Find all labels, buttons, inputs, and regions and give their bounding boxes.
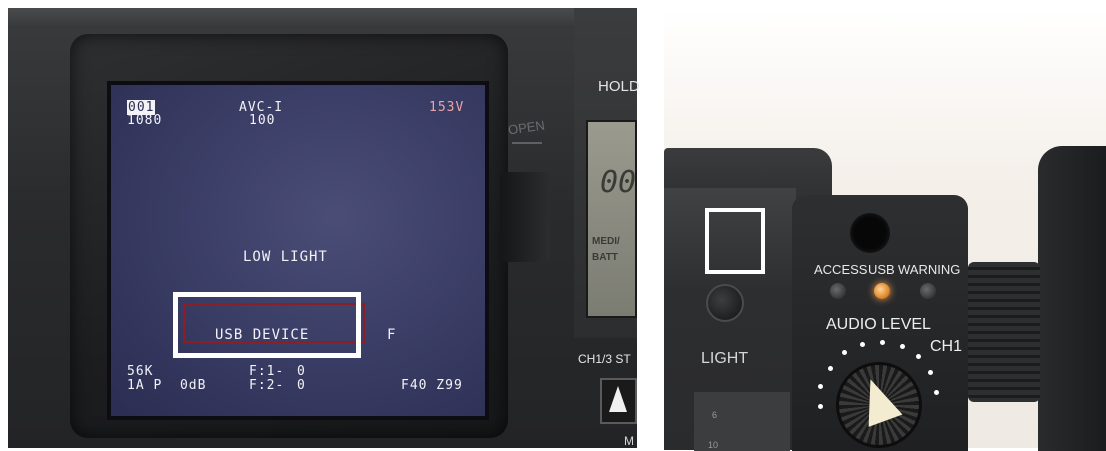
side-knob: [968, 262, 1040, 402]
dial-scale-dot: [900, 344, 905, 349]
lcd-low-light-warning: LOW LIGHT: [243, 249, 328, 265]
ch-switch-arrow-icon: [609, 386, 627, 412]
audio-level-label: AUDIO LEVEL: [826, 316, 931, 333]
camcorder-handle-body: [1038, 146, 1106, 451]
m-label: M: [624, 434, 634, 448]
dial-scale-dot: [916, 354, 921, 359]
warning-label: WARNING: [898, 262, 961, 277]
lcd-bottom-left-1: 56K: [127, 364, 154, 379]
status-lcd: [586, 120, 637, 318]
dial-scale-dot: [818, 404, 823, 409]
usb-led-icon: [874, 283, 890, 299]
lcd-f1-label: F:1-: [249, 364, 285, 379]
meter-mark-6: 6: [712, 410, 718, 420]
hold-label: HOLD: [598, 78, 640, 95]
camcorder-top-edge: [8, 8, 637, 28]
lcd-bitrate: 100: [249, 113, 276, 128]
warning-led-icon: [920, 283, 936, 299]
dial-scale-dot: [934, 390, 939, 395]
usb-device-highlight-box: [173, 292, 361, 358]
media-label: MEDI/: [592, 236, 620, 247]
lcd-f2-label: F:2-: [249, 378, 285, 393]
access-label: ACCESS: [814, 262, 868, 277]
usb-label: USB: [868, 262, 895, 277]
light-label: LIGHT: [701, 350, 749, 367]
dial-scale-dot: [828, 366, 833, 371]
lcd-screen: 001 1080 AVC-I 100 153V LOW LIGHT USB DE…: [107, 81, 489, 420]
dial-scale-dot: [880, 340, 885, 345]
dial-scale-dot: [860, 342, 865, 347]
light-button[interactable]: [706, 284, 744, 322]
status-lcd-digits: 00: [600, 165, 637, 200]
lcd-resolution: 1080: [127, 113, 163, 128]
dial-scale-dot: [928, 370, 933, 375]
open-arrow-icon: [512, 142, 542, 156]
lcd-bottom-left-2: 1A P 0dB: [127, 378, 207, 393]
ch1-label: CH1: [930, 338, 963, 355]
dial-scale-dot: [818, 384, 823, 389]
lcd-f1-value: 0: [297, 364, 306, 379]
access-led-icon: [830, 283, 846, 299]
lcd-focus-zoom: F40 Z99: [401, 378, 463, 393]
dial-scale-dot: [842, 350, 847, 355]
ch-select-label: CH1/3 ST: [578, 352, 631, 366]
lcd-right-flag: F: [387, 327, 397, 343]
lcd-battery-voltage: 153V: [429, 100, 465, 115]
strap-hole: [850, 213, 890, 253]
lcd-f2-value: 0: [297, 378, 306, 393]
light-sensor-highlight-box: [705, 208, 765, 274]
lcd-latch: [500, 172, 550, 262]
meter-mark-10: 10: [708, 440, 719, 450]
batt-label: BATT: [592, 252, 618, 263]
